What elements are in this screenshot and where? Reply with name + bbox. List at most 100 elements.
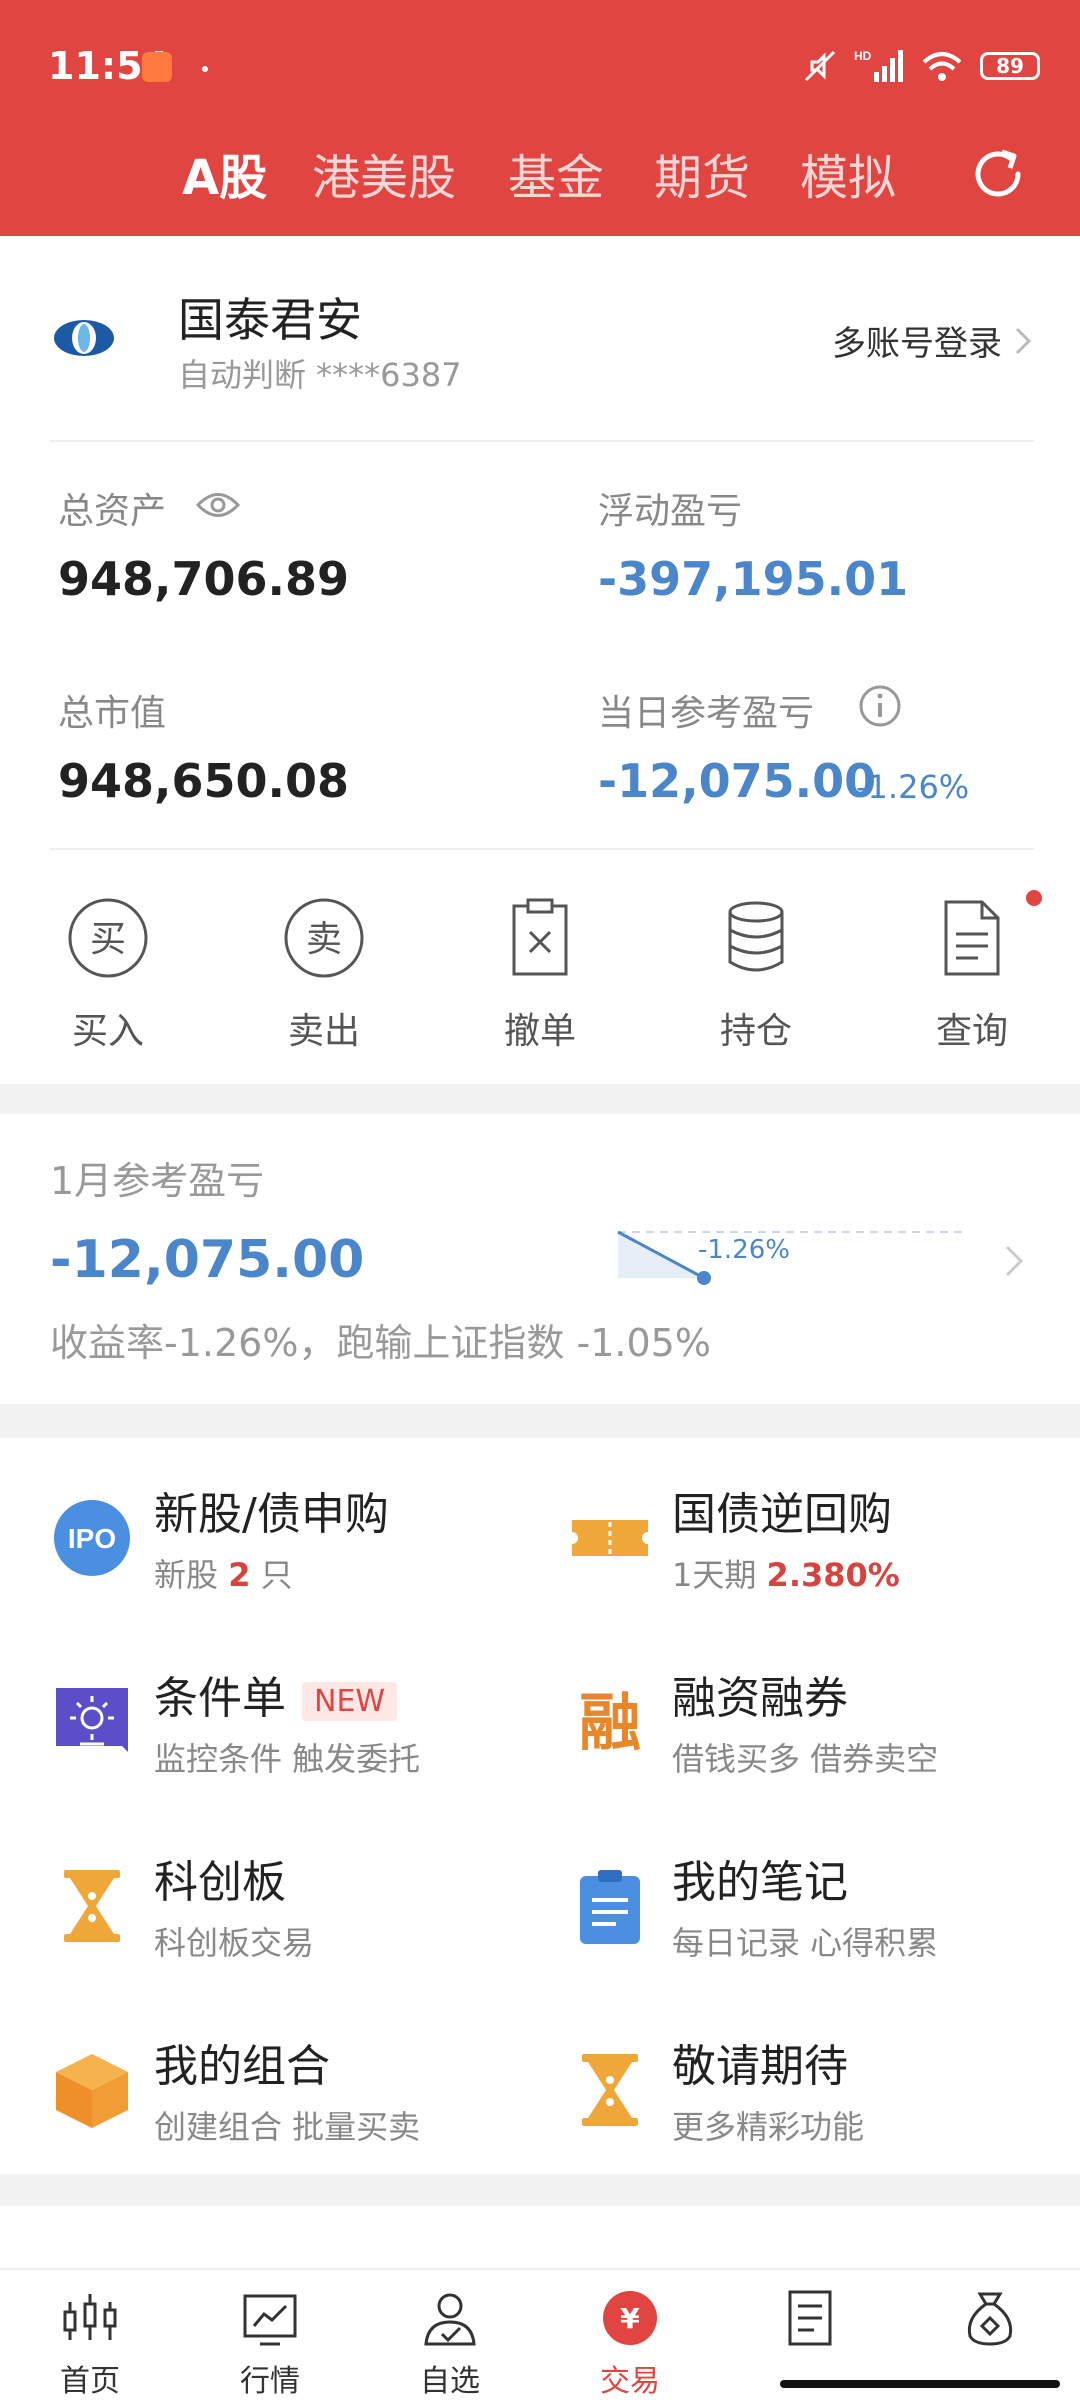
multi-account-login-link[interactable]: 多账号登录 bbox=[832, 316, 1032, 365]
my-notes-item[interactable]: 我的笔记 每日记录 心得积累 bbox=[570, 1846, 1050, 1966]
hourglass-icon bbox=[582, 2054, 638, 2126]
nav-watchlist[interactable]: 自选 bbox=[360, 2288, 540, 2400]
sell-button[interactable]: 卖 卖出 bbox=[254, 896, 394, 1054]
nav-wealth[interactable] bbox=[900, 2288, 1080, 2356]
nav-label: 行情 bbox=[240, 2364, 300, 2399]
nav-trade[interactable]: ¥ 交易 bbox=[540, 2288, 720, 2400]
query-button[interactable]: 查询 bbox=[902, 896, 1042, 1054]
nav-news[interactable] bbox=[720, 2288, 900, 2356]
feature-title: 敬请期待 bbox=[672, 2041, 848, 2092]
feature-sub: 1天期 2.380% bbox=[672, 1550, 900, 1596]
hd-label: HD bbox=[854, 49, 872, 63]
broker-logo-icon bbox=[54, 320, 114, 356]
ipo-icon: IPO bbox=[54, 1500, 130, 1576]
broker-name: 国泰君安 bbox=[178, 293, 362, 347]
feature-title: 我的组合 bbox=[154, 2041, 330, 2092]
gesture-home-bar[interactable] bbox=[780, 2380, 1060, 2388]
notification-dot-icon bbox=[202, 66, 208, 72]
monthly-pl-card[interactable]: 1月参考盈亏 -12,075.00 收益率-1.26%，跑输上证指数 -1.05… bbox=[0, 1114, 1080, 1404]
feature-sub-suffix: 只 bbox=[250, 1556, 293, 1594]
feature-grid: IPO 新股/债申购 新股 2 只 国债逆回购 1天期 2.380% 条件单 NE… bbox=[0, 1438, 1080, 2174]
buy-glyph: 买 bbox=[90, 919, 126, 960]
my-portfolio-item[interactable]: 我的组合 创建组合 批量买卖 bbox=[52, 2030, 532, 2150]
coming-soon-item[interactable]: 敬请期待 更多精彩功能 bbox=[570, 2030, 1050, 2150]
feature-title: 条件单 NEW bbox=[154, 1662, 398, 1726]
status-bar: 11:54 HD 89 bbox=[0, 0, 1080, 130]
nav-label: 自选 bbox=[420, 2364, 480, 2399]
tab-futures[interactable]: 期货 bbox=[654, 138, 750, 208]
hourglass-icon bbox=[64, 1870, 120, 1942]
floating-pl-value: -397,195.01 bbox=[598, 552, 909, 606]
chart-icon bbox=[243, 2294, 297, 2346]
trend-point bbox=[697, 1271, 711, 1285]
ticket-icon bbox=[572, 1520, 648, 1556]
tab-funds[interactable]: 基金 bbox=[508, 138, 604, 208]
feature-title: 国债逆回购 bbox=[672, 1489, 892, 1540]
feature-sub: 新股 2 只 bbox=[154, 1550, 293, 1596]
tab-a-shares[interactable]: A股 bbox=[182, 138, 267, 208]
monthly-pl-value: -12,075.00 bbox=[50, 1230, 365, 1290]
holdings-icon bbox=[728, 901, 784, 972]
chevron-right-icon bbox=[1015, 327, 1032, 354]
cancel-order-button[interactable]: 撤单 bbox=[470, 896, 610, 1054]
condition-order-item[interactable]: 条件单 NEW 监控条件 触发委托 bbox=[52, 1662, 532, 1782]
mute-icon bbox=[804, 50, 836, 82]
feature-title: 我的笔记 bbox=[672, 1857, 848, 1908]
nav-home[interactable]: 首页 bbox=[0, 2288, 180, 2400]
feature-sub-prefix: 1天期 bbox=[672, 1556, 767, 1594]
feature-sub: 每日记录 心得积累 bbox=[672, 1924, 939, 1962]
feature-sub-highlight: 2 bbox=[228, 1556, 251, 1594]
market-value-value: 948,650.08 bbox=[58, 754, 350, 808]
star-market-item[interactable]: 科创板 科创板交易 bbox=[52, 1846, 532, 1966]
daily-pl-label: 当日参考盈亏 bbox=[598, 693, 815, 734]
top-header: 11:54 HD 89 A股 港美股 基金 期货 模拟 bbox=[0, 0, 1080, 236]
yuan-icon: ¥ bbox=[603, 2291, 657, 2345]
account-card: 国泰君安 自动判断 ****6387 多账号登录 总资产 948,706.89 … bbox=[0, 236, 1080, 1084]
feature-title: 科创板 bbox=[154, 1857, 286, 1908]
money-bag-icon bbox=[967, 2292, 1013, 2346]
daily-pl-value: -12,075.00 bbox=[598, 754, 877, 808]
nav-market[interactable]: 行情 bbox=[180, 2288, 360, 2400]
reverse-repo-item[interactable]: 国债逆回购 1天期 2.380% bbox=[570, 1478, 1050, 1598]
buy-label: 买入 bbox=[71, 1011, 144, 1052]
feature-sub: 监控条件 触发委托 bbox=[154, 1740, 421, 1778]
new-badge: NEW bbox=[302, 1681, 398, 1721]
feature-sub: 借钱买多 借券卖空 bbox=[672, 1740, 939, 1778]
floating-pl-label: 浮动盈亏 bbox=[598, 491, 743, 532]
tab-simulation[interactable]: 模拟 bbox=[800, 138, 896, 208]
nav-label: 交易 bbox=[600, 2364, 660, 2399]
ipo-subscribe-item[interactable]: IPO 新股/债申购 新股 2 只 bbox=[52, 1478, 532, 1598]
tab-hk-us-stocks[interactable]: 港美股 bbox=[312, 138, 456, 208]
divider bbox=[50, 848, 1034, 850]
sell-icon: 卖 bbox=[284, 898, 364, 978]
buy-button[interactable]: 买 买入 bbox=[38, 896, 178, 1054]
feature-sub-prefix: 新股 bbox=[154, 1556, 229, 1594]
multi-login-label: 多账号登录 bbox=[832, 324, 1002, 364]
total-assets-value: 948,706.89 bbox=[58, 552, 350, 606]
sell-glyph: 卖 bbox=[306, 919, 342, 960]
margin-icon: 融 bbox=[579, 1686, 641, 1759]
battery-level: 89 bbox=[980, 52, 1040, 80]
candlestick-icon bbox=[63, 2294, 117, 2340]
market-tabs: A股 港美股 基金 期货 模拟 bbox=[0, 138, 1080, 218]
sell-label: 卖出 bbox=[287, 1011, 360, 1052]
feature-sub: 创建组合 批量买卖 bbox=[154, 2108, 421, 2146]
condition-order-icon bbox=[56, 1688, 128, 1752]
buy-icon: 买 bbox=[68, 898, 148, 978]
margin-trading-item[interactable]: 融 融资融券 借钱买多 借券卖空 bbox=[570, 1662, 1050, 1782]
feature-title: 融资融券 bbox=[672, 1673, 848, 1724]
refresh-icon[interactable] bbox=[968, 144, 1028, 204]
feature-sub: 更多精彩功能 bbox=[672, 2108, 865, 2146]
trend-label: -1.26% bbox=[698, 1235, 790, 1265]
query-label: 查询 bbox=[935, 1011, 1008, 1052]
info-icon[interactable] bbox=[858, 684, 902, 728]
cancel-order-icon bbox=[512, 898, 568, 976]
feature-title: 新股/债申购 bbox=[154, 1489, 389, 1540]
next-section-card bbox=[0, 2206, 1080, 2268]
ipo-icon-text: IPO bbox=[68, 1523, 116, 1554]
eye-icon[interactable] bbox=[196, 490, 240, 520]
chevron-right-icon bbox=[1005, 1245, 1024, 1277]
query-icon bbox=[944, 900, 1000, 976]
daily-pl-percent: -1.26% bbox=[856, 768, 970, 806]
holdings-button[interactable]: 持仓 bbox=[686, 896, 826, 1054]
